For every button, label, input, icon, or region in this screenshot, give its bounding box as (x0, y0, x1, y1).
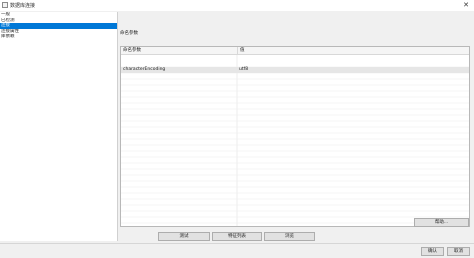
ok-button[interactable]: 确认 (421, 247, 444, 256)
bottom-bar: 确认 取消 (0, 243, 474, 258)
grid-lines (121, 47, 469, 226)
section-label: 命名参数 (120, 31, 138, 36)
title-bar: 数据库连接 ✕ (0, 0, 474, 11)
dialog-body: 一般 已检测 连接 连接属性 库依赖 命名参数 命名参数 值 character… (0, 11, 474, 243)
test-button[interactable]: 测试 (158, 232, 210, 241)
app-icon (2, 2, 8, 8)
column-header-parameter[interactable]: 命名参数 (121, 47, 141, 55)
parameter-value-cell[interactable]: utf8 (237, 67, 248, 73)
feature-list-button[interactable]: 特征列表 (212, 232, 262, 241)
column-header-value[interactable]: 值 (237, 47, 245, 55)
grid-header: 命名参数 值 (121, 47, 469, 55)
explore-button[interactable]: 浏览 (264, 232, 315, 241)
window-title: 数据库连接 (10, 3, 36, 9)
parameters-grid: 命名参数 值 characterEncoding utf8 (120, 46, 470, 227)
close-icon[interactable]: ✕ (461, 0, 471, 11)
cancel-button[interactable]: 取消 (447, 247, 470, 256)
parameter-name-cell[interactable]: characterEncoding (121, 67, 165, 73)
table-row[interactable]: characterEncoding utf8 (121, 67, 469, 73)
help-button[interactable]: 帮助... (414, 218, 469, 227)
sidebar-item-library-dependencies[interactable]: 库依赖 (0, 34, 117, 40)
sidebar: 一般 已检测 连接 连接属性 库依赖 (0, 12, 118, 241)
